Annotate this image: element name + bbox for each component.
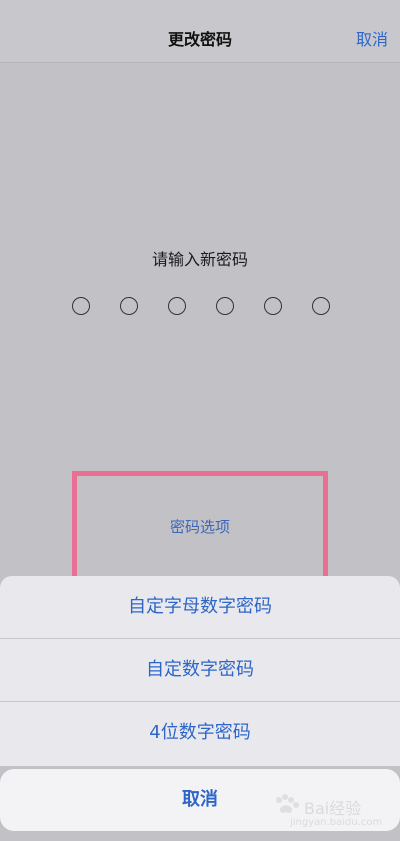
four-digit-numeric-code-option[interactable]: 4位数字密码 [0,702,400,764]
passcode-dot-4 [216,297,234,315]
change-passcode-screen: 更改密码 取消 请输入新密码 密码选项 自定字母数字密码 自定数字密码 4位数字… [0,0,400,841]
passcode-dot-6 [312,297,330,315]
baidu-watermark: Bai经验 jingyan.baidu.com [272,792,382,830]
passcode-dots[interactable] [72,297,330,319]
watermark-title: Bai经验 [304,799,362,818]
passcode-options-button[interactable]: 密码选项 [0,516,400,537]
watermark-subtitle: jingyan.baidu.com [290,817,383,828]
paw-logo-icon [276,794,299,813]
passcode-dot-1 [72,297,90,315]
passcode-dot-2 [120,297,138,315]
passcode-dot-3 [168,297,186,315]
navigation-bar: 更改密码 取消 [0,0,400,63]
custom-numeric-code-option[interactable]: 自定数字密码 [0,639,400,702]
passcode-prompt: 请输入新密码 [151,250,248,269]
nav-cancel-button[interactable]: 取消 [356,26,388,50]
custom-alphanumeric-code-option[interactable]: 自定字母数字密码 [0,576,400,639]
passcode-type-action-sheet: 自定字母数字密码 自定数字密码 4位数字密码 [0,576,400,766]
page-title: 更改密码 [167,30,232,49]
passcode-dot-5 [264,297,282,315]
